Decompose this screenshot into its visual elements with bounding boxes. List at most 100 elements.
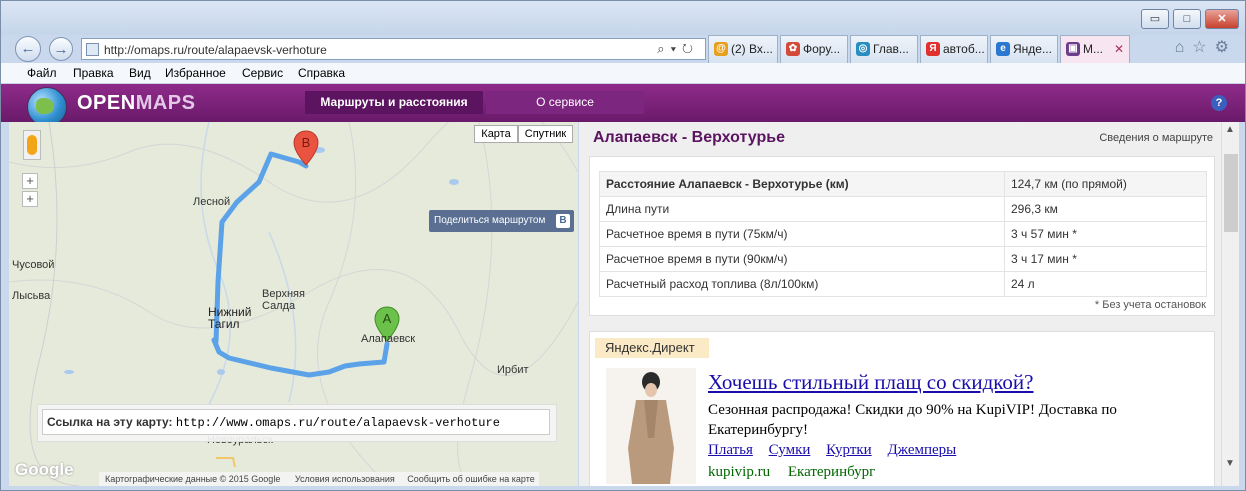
nav-tab-routes[interactable]: Маршруты и расстояния xyxy=(305,91,483,114)
svg-text:A: A xyxy=(383,311,392,326)
address-url[interactable]: http://omaps.ru/route/alapaevsk-verhotur… xyxy=(104,43,327,57)
close-window-button[interactable]: ✕ xyxy=(1205,9,1239,29)
address-tools-icons[interactable]: ⌕▾↻ xyxy=(657,41,699,57)
maximize-button[interactable]: □ xyxy=(1173,9,1201,29)
site-header: OPENMAPS Маршруты и расстояния О сервисе… xyxy=(1,84,1245,127)
vertical-scrollbar[interactable]: ▲ ▼ xyxy=(1221,122,1239,486)
row-key: Расстояние Алапаевск - Верхотурье (км) xyxy=(599,171,1005,197)
table-row: Расчетный расход топлива (8л/100км) 24 л xyxy=(599,271,1207,297)
row-value: 296,3 км xyxy=(1004,196,1207,222)
share-route-button[interactable]: Поделиться маршрутом B xyxy=(429,210,574,232)
yandex-direct-tag[interactable]: Яндекс.Директ xyxy=(595,338,709,358)
back-button[interactable]: ← xyxy=(15,36,41,62)
map-terms-link[interactable]: Условия использования xyxy=(289,474,401,484)
forward-button[interactable]: → xyxy=(49,37,73,61)
zoom-in-button[interactable]: + xyxy=(22,173,38,189)
ad-link-jackets[interactable]: Куртки xyxy=(826,442,872,458)
ad-link-bags[interactable]: Сумки xyxy=(769,442,811,458)
route-panel: Алапаевск - Верхотурье Сведения о маршру… xyxy=(579,122,1221,486)
scroll-down-icon[interactable]: ▼ xyxy=(1225,458,1235,469)
map-report-error-link[interactable]: Сообщить об ошибке на карте xyxy=(403,474,538,484)
ad-link-jumpers[interactable]: Джемперы xyxy=(887,442,956,458)
ad-domain[interactable]: kupivip.ru xyxy=(708,464,770,480)
menu-favorites[interactable]: Избранное xyxy=(165,66,226,80)
marker-b-icon[interactable]: B xyxy=(293,130,319,166)
ad-region: Екатеринбург xyxy=(787,464,876,480)
row-value: 3 ч 57 мин * xyxy=(1004,221,1207,247)
table-row: Расчетное время в пути (75км/ч) 3 ч 57 ми… xyxy=(599,221,1207,247)
logo-maps-text: MAPS xyxy=(135,92,196,114)
menu-tools[interactable]: Сервис xyxy=(242,66,283,80)
scroll-up-icon[interactable]: ▲ xyxy=(1225,124,1235,135)
close-tab-icon[interactable]: ✕ xyxy=(1114,36,1124,62)
table-row: Расчетное время в пути (90км/ч) 3 ч 17 ми… xyxy=(599,246,1207,272)
map-label-lysva: Лысьва xyxy=(12,290,51,302)
stops-note: * Без учета остановок xyxy=(1094,299,1206,311)
row-key: Расчетный расход топлива (8л/100км) xyxy=(599,271,1005,297)
ad-link-dresses[interactable]: Платья xyxy=(708,442,753,458)
tab-label: автоб... xyxy=(943,42,985,56)
map-link-box: Ссылка на эту карту: http://www.omaps.ru… xyxy=(37,404,557,442)
tab-label: Янде... xyxy=(1013,42,1052,56)
browser-tab[interactable]: ✿ Фору... xyxy=(780,35,848,63)
route-title: Алапаевск - Верхотурье xyxy=(593,129,785,146)
browser-tab[interactable]: Я автоб... xyxy=(920,35,988,63)
browser-tab-active[interactable]: ▣ М... ✕ xyxy=(1060,35,1130,63)
map-view[interactable]: + + Карта Спутник Поделиться маршрутом B … xyxy=(9,122,578,486)
title-bar: ▭ □ ✕ xyxy=(1,1,1245,35)
row-key: Расчетное время в пути (90км/ч) xyxy=(599,246,1005,272)
forward-arrow-icon: → xyxy=(53,41,69,58)
map-label-alapaevsk: Алапаевск xyxy=(361,333,416,345)
globe-logo-icon[interactable] xyxy=(27,87,67,127)
map-link-field[interactable]: Ссылка на эту карту: http://www.omaps.ru… xyxy=(42,409,550,435)
map-link-label: Ссылка на эту карту: xyxy=(47,415,173,429)
svg-text:B: B xyxy=(302,135,311,150)
help-icon[interactable]: ? xyxy=(1211,95,1227,111)
browser-tab[interactable]: @ (2) Вх... xyxy=(708,35,778,63)
map-link-url[interactable]: http://www.omaps.ru/route/alapaevsk-verh… xyxy=(176,416,500,430)
route-info-table: Расстояние Алапаевск - Верхотурье (км) 12… xyxy=(599,171,1207,297)
home-favorites-settings-icons[interactable]: ⌂☆⚙ xyxy=(1175,37,1237,57)
ad-sitelinks: Платья Сумки Куртки Джемперы xyxy=(708,442,968,459)
menu-bar: Файл Правка Вид Избранное Сервис Справка xyxy=(1,63,1245,84)
ad-block: Яндекс.Директ Хочешь стильный плащ со ск… xyxy=(589,331,1215,486)
table-row: Расстояние Алапаевск - Верхотурье (км) 12… xyxy=(599,171,1207,197)
omaps-icon: ▣ xyxy=(1066,42,1080,56)
map-type-satellite-button[interactable]: Спутник xyxy=(518,125,573,143)
map-data-copyright: Картографические данные © 2015 Google xyxy=(105,474,281,484)
map-label-verkhnyaya-salda: Верхняя Салда xyxy=(262,288,305,312)
yandex-icon: Я xyxy=(926,42,940,56)
address-bar[interactable]: http://omaps.ru/route/alapaevsk-verhotur… xyxy=(81,38,706,60)
map-attribution: Картографические данные © 2015 Google Ус… xyxy=(99,472,539,486)
map-label-lesnoy: Лесной xyxy=(193,196,231,208)
google-logo[interactable]: Google xyxy=(15,460,74,480)
tab-label: Фору... xyxy=(803,42,841,56)
browser-window: ▭ □ ✕ ← → http://omaps.ru/route/alapaevs… xyxy=(0,0,1246,491)
map-label-nizhny-tagil: Нижний Тагил xyxy=(208,305,252,331)
browser-tab[interactable]: e Янде... xyxy=(990,35,1058,63)
map-label-chusovoy: Чусовой xyxy=(12,259,55,271)
ad-headline-link[interactable]: Хочешь стильный плащ со скидкой? xyxy=(708,370,1033,395)
ad-image[interactable] xyxy=(606,368,696,484)
ie-icon: e xyxy=(996,42,1010,56)
vk-icon: B xyxy=(556,214,570,228)
map-label-irbit: Ирбит xyxy=(497,364,529,376)
menu-edit[interactable]: Правка xyxy=(73,66,114,80)
menu-view[interactable]: Вид xyxy=(129,66,151,80)
menu-help[interactable]: Справка xyxy=(298,66,345,80)
row-value: 24 л xyxy=(1004,271,1207,297)
mail-icon: @ xyxy=(714,42,728,56)
browser-tab[interactable]: ◎ Глав... xyxy=(850,35,918,63)
map-type-map-button[interactable]: Карта xyxy=(474,125,518,143)
minimize-button[interactable]: ▭ xyxy=(1141,9,1169,29)
route-details-link[interactable]: Сведения о маршруте xyxy=(1099,132,1213,144)
scrollbar-thumb[interactable] xyxy=(1224,154,1238,232)
nav-tab-about[interactable]: О сервисе xyxy=(486,91,644,114)
navigation-row: ← → http://omaps.ru/route/alapaevsk-verh… xyxy=(1,35,1245,63)
route-info-card: Расстояние Алапаевск - Верхотурье (км) 12… xyxy=(589,156,1215,316)
site-logo[interactable]: OPENMAPS xyxy=(77,92,195,115)
street-view-pegman-icon[interactable] xyxy=(23,130,41,160)
zoom-out-button[interactable]: + xyxy=(22,191,38,207)
menu-file[interactable]: Файл xyxy=(27,66,57,80)
site-icon: ◎ xyxy=(856,42,870,56)
